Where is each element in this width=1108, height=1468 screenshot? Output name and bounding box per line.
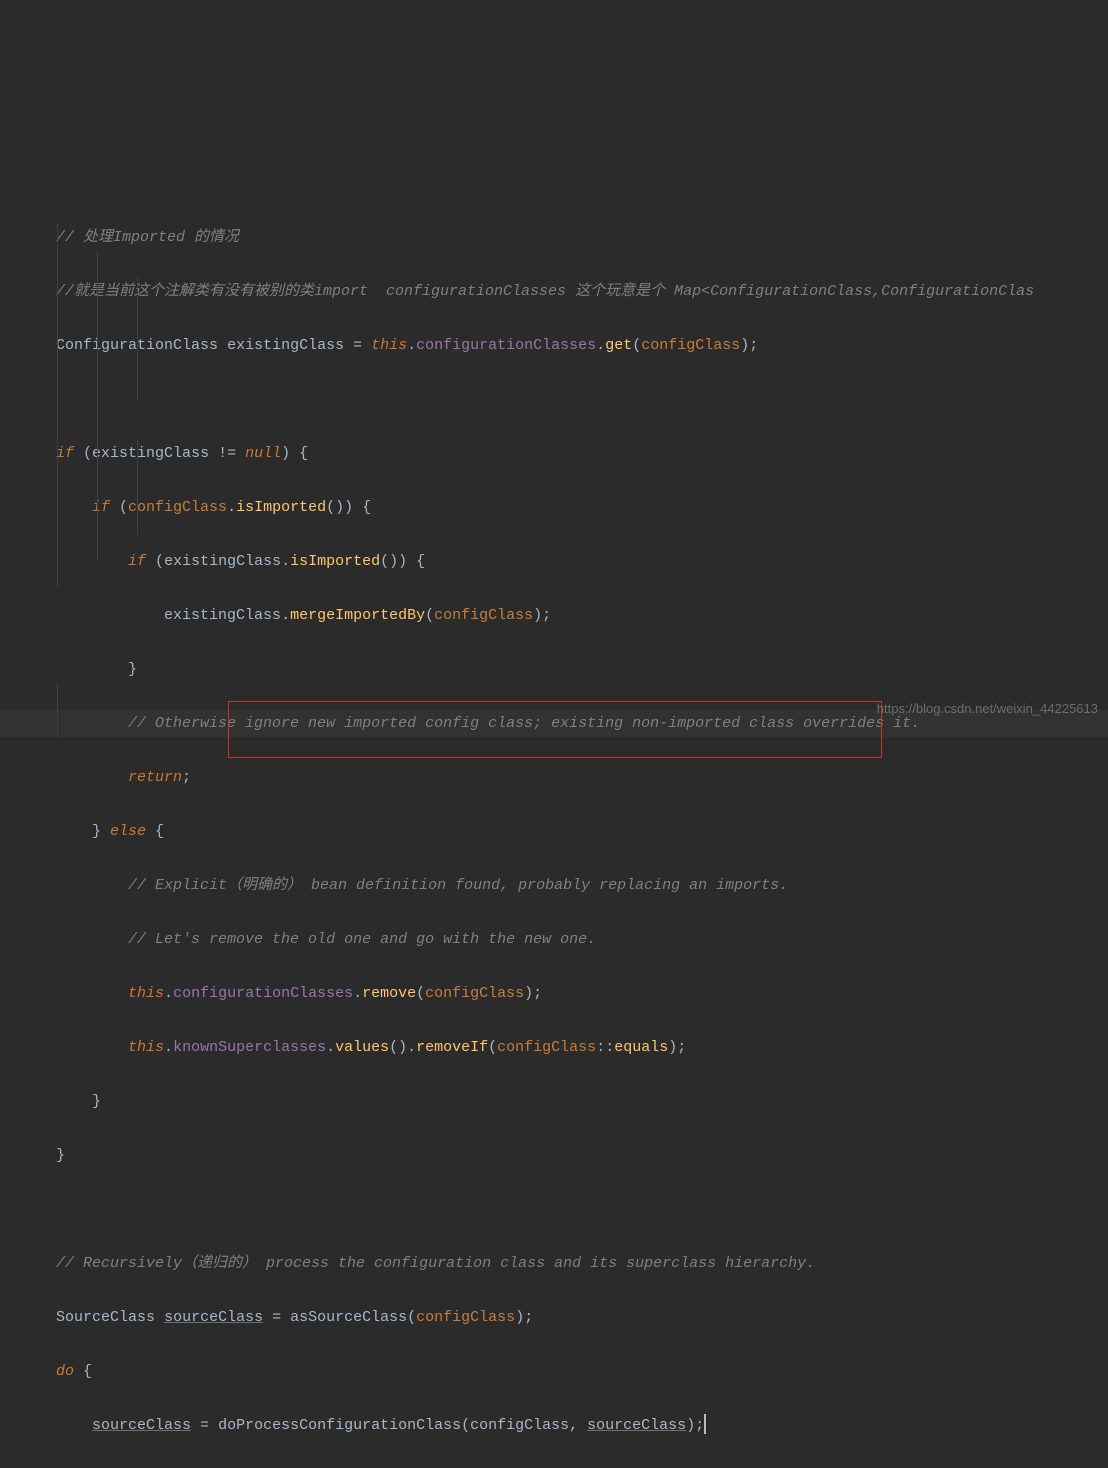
comment: //就是当前这个注解类有没有被别的类import configurationCl… (56, 283, 1034, 300)
method: get (605, 337, 632, 354)
code-line[interactable]: } (0, 656, 1108, 683)
parameter: configClass (641, 337, 740, 354)
code-line[interactable]: // 处理Imported 的情况 (0, 224, 1108, 251)
indent-guide (137, 440, 138, 535)
code-editor[interactable]: // 处理Imported 的情况 //就是当前这个注解类有没有被别的类impo… (0, 108, 1108, 1468)
indent-guide (57, 683, 58, 737)
code-line[interactable]: if (existingClass.isImported()) { (0, 548, 1108, 575)
code-line[interactable]: SourceClass sourceClass = asSourceClass(… (0, 1304, 1108, 1331)
text-caret (704, 1414, 706, 1434)
comment: // 处理Imported 的情况 (56, 229, 239, 246)
code-line[interactable]: this.knownSuperclasses.values().removeIf… (0, 1034, 1108, 1061)
code-line[interactable]: //就是当前这个注解类有没有被别的类import configurationCl… (0, 278, 1108, 305)
indent-guide (97, 251, 98, 561)
code-line[interactable] (0, 386, 1108, 413)
code-line[interactable]: if (configClass.isImported()) { (0, 494, 1108, 521)
code-line[interactable] (0, 1196, 1108, 1223)
code-line[interactable]: // Explicit（明确的） bean definition found, … (0, 872, 1108, 899)
code-line[interactable]: return; (0, 764, 1108, 791)
code-line[interactable]: // Let's remove the old one and go with … (0, 926, 1108, 953)
code-line[interactable]: if (existingClass != null) { (0, 440, 1108, 467)
code-line[interactable]: } (0, 1088, 1108, 1115)
this-keyword: this (371, 337, 407, 354)
indent-guide (57, 224, 58, 588)
code-line[interactable]: } (0, 1142, 1108, 1169)
code-line[interactable]: } (0, 1466, 1108, 1468)
code-line[interactable]: do { (0, 1358, 1108, 1385)
indent-guide (137, 278, 138, 400)
code-line[interactable]: } else { (0, 818, 1108, 845)
code-line[interactable]: sourceClass = doProcessConfigurationClas… (0, 1412, 1108, 1439)
variable: existingClass (227, 337, 344, 354)
code-line[interactable]: existingClass.mergeImportedBy(configClas… (0, 602, 1108, 629)
code-line[interactable]: ConfigurationClass existingClass = this.… (0, 332, 1108, 359)
watermark: https://blog.csdn.net/weixin_44225613 (877, 695, 1098, 722)
code-line[interactable]: this.configurationClasses.remove(configC… (0, 980, 1108, 1007)
keyword: if (56, 445, 74, 462)
field: configurationClasses (416, 337, 596, 354)
code-line[interactable]: // Recursively（递归的） process the configur… (0, 1250, 1108, 1277)
